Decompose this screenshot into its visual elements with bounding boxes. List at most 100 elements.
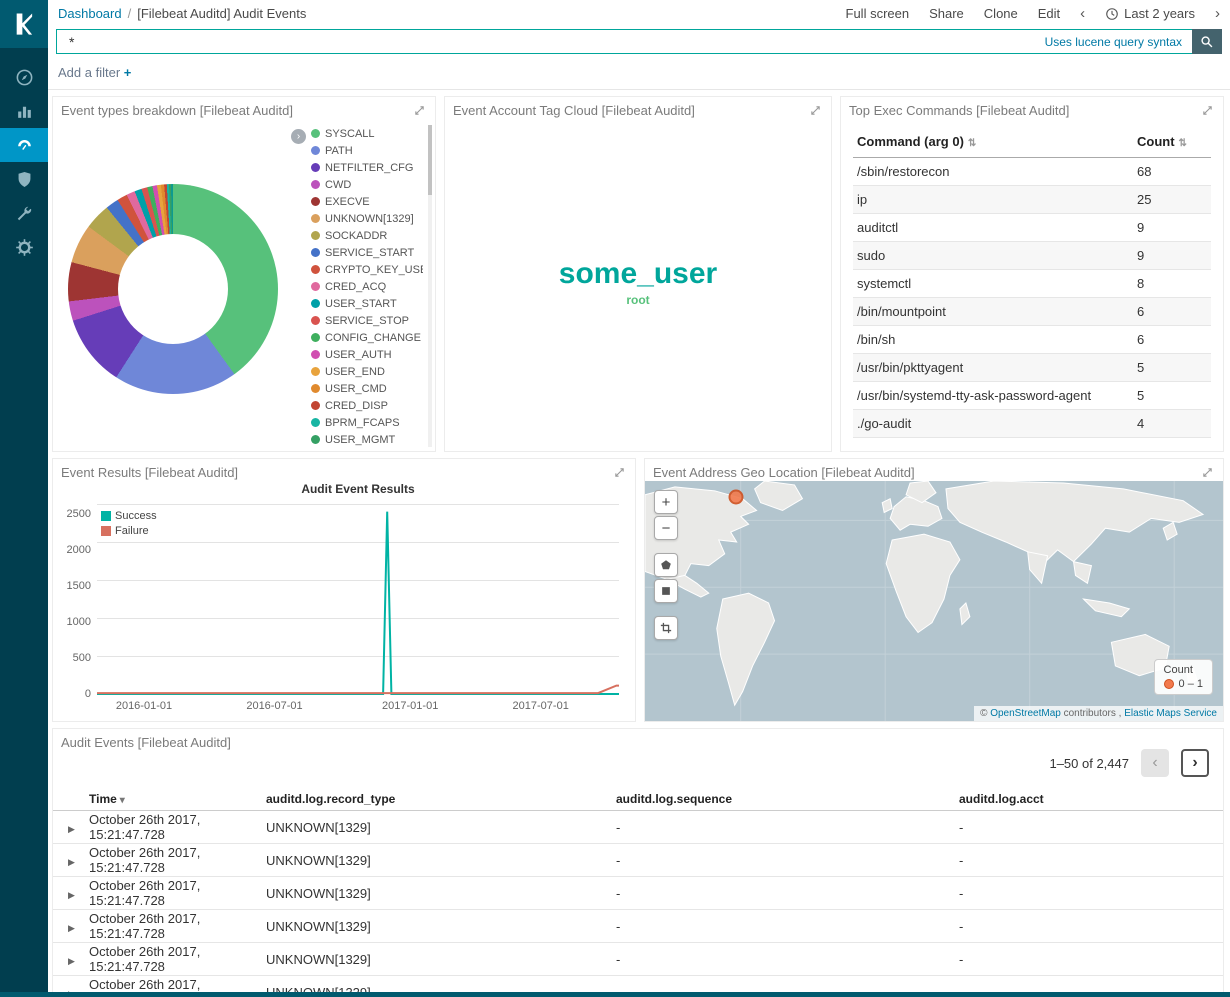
osm-link[interactable]: OpenStreetMap xyxy=(990,708,1061,719)
audit-event-row[interactable]: ▶ October 26th 2017, 15:21:47.728 UNKNOW… xyxy=(53,811,1223,844)
breadcrumb-dashboard-link[interactable]: Dashboard xyxy=(58,6,122,21)
expand-panel-icon[interactable] xyxy=(1200,465,1215,480)
legend-item[interactable]: CRED_DISP xyxy=(311,397,423,414)
legend-item[interactable]: CRED_ACQ xyxy=(311,278,423,295)
geo-map[interactable]: + − C xyxy=(645,481,1223,721)
legend-item[interactable]: UNKNOWN[1329] xyxy=(311,210,423,227)
legend-color-dot xyxy=(311,163,320,172)
expand-row-caret[interactable]: ▶ xyxy=(68,956,75,966)
exec-command-row[interactable]: systemctl 8 xyxy=(853,270,1211,298)
fullscreen-button[interactable]: Full screen xyxy=(846,6,910,21)
tag-cloud: some_userroot xyxy=(453,121,823,443)
expand-row-caret[interactable]: ▶ xyxy=(68,857,75,867)
exec-command-row[interactable]: /usr/bin/systemd-tty-ask-password-agent … xyxy=(853,382,1211,410)
bottom-bar xyxy=(0,992,1230,997)
expand-panel-icon[interactable] xyxy=(1200,103,1215,118)
legend-color-dot xyxy=(311,401,320,410)
legend-item[interactable]: CWD xyxy=(311,176,423,193)
draw-polygon-button[interactable] xyxy=(654,553,678,577)
time-back-button[interactable]: ‹ xyxy=(1080,6,1085,21)
legend-item[interactable]: PATH xyxy=(311,142,423,159)
draw-rectangle-button[interactable] xyxy=(654,579,678,603)
exec-command-row[interactable]: ./go-audit 4 xyxy=(853,410,1211,438)
legend-label: SERVICE_START xyxy=(325,247,414,259)
exec-command-row[interactable]: ip 25 xyxy=(853,186,1211,214)
legend-toggle-button[interactable]: › xyxy=(291,129,306,144)
column-header-count[interactable]: Count⇅ xyxy=(1133,126,1211,158)
search-button[interactable] xyxy=(1192,29,1222,54)
column-header-sequence[interactable]: auditd.log.sequence xyxy=(616,792,959,806)
tag-cloud-word[interactable]: some_user xyxy=(559,257,717,290)
clone-button[interactable]: Clone xyxy=(984,6,1018,21)
attribution-prefix: © xyxy=(980,708,990,719)
prev-page-button[interactable]: ‹ xyxy=(1141,749,1169,777)
exec-command-row[interactable]: auditctl 9 xyxy=(853,214,1211,242)
legend-item[interactable]: USER_END xyxy=(311,363,423,380)
expand-panel-icon[interactable] xyxy=(612,465,627,480)
search-input[interactable] xyxy=(57,34,1045,50)
time-forward-button[interactable]: › xyxy=(1215,6,1220,21)
sidebar-item-dashboard[interactable] xyxy=(0,128,48,162)
legend-item[interactable]: USER_AUTH xyxy=(311,346,423,363)
legend-item[interactable]: CRYPTO_SESSION xyxy=(311,448,423,449)
results-legend-item[interactable]: Success xyxy=(101,510,157,522)
sequence-cell: - xyxy=(616,919,959,934)
lucene-syntax-link[interactable]: Uses lucene query syntax xyxy=(1045,35,1182,49)
exec-command-row[interactable]: sudo 9 xyxy=(853,242,1211,270)
legend-scrollbar-thumb[interactable] xyxy=(428,125,432,195)
legend-scrollbar[interactable] xyxy=(428,125,432,447)
results-plot-area[interactable]: Success Failure 2016-01-012016-07-012017… xyxy=(97,504,619,694)
sidebar-item-discover[interactable] xyxy=(0,60,48,94)
event-types-donut[interactable] xyxy=(68,184,278,394)
audit-event-row[interactable]: ▶ October 26th 2017, 15:21:47.728 UNKNOW… xyxy=(53,877,1223,910)
legend-item[interactable]: SYSCALL xyxy=(311,125,423,142)
exec-command-row[interactable]: /sbin/restorecon 68 xyxy=(853,158,1211,186)
legend-item[interactable]: CRYPTO_KEY_USER xyxy=(311,261,423,278)
expand-panel-icon[interactable] xyxy=(412,103,427,118)
legend-item[interactable]: BPRM_FCAPS xyxy=(311,414,423,431)
results-legend-item[interactable]: Failure xyxy=(101,525,157,537)
edit-button[interactable]: Edit xyxy=(1038,6,1060,21)
expand-row-caret[interactable]: ▶ xyxy=(68,824,75,834)
legend-item[interactable]: USER_START xyxy=(311,295,423,312)
time-cell: October 26th 2017, 15:21:47.728 xyxy=(89,911,266,941)
count-cell: 25 xyxy=(1133,186,1211,214)
legend-item[interactable]: SOCKADDR xyxy=(311,227,423,244)
column-header-acct[interactable]: auditd.log.acct xyxy=(959,792,1223,806)
exec-command-row[interactable]: /bin/mountpoint 6 xyxy=(853,298,1211,326)
exec-command-row[interactable]: /usr/bin/pkttyagent 5 xyxy=(853,354,1211,382)
sidebar-item-dev-tools[interactable] xyxy=(0,196,48,230)
legend-item[interactable]: USER_CMD xyxy=(311,380,423,397)
time-picker[interactable]: Last 2 years xyxy=(1105,6,1195,21)
legend-item[interactable]: USER_MGMT xyxy=(311,431,423,448)
ems-link[interactable]: Elastic Maps Service xyxy=(1124,708,1217,719)
kibana-logo[interactable] xyxy=(0,0,48,48)
add-filter-button[interactable]: Add a filter + xyxy=(58,65,131,80)
tag-cloud-word[interactable]: root xyxy=(626,294,649,307)
share-button[interactable]: Share xyxy=(929,6,964,21)
sidebar-item-management[interactable] xyxy=(0,230,48,264)
next-page-button[interactable]: › xyxy=(1181,749,1209,777)
geo-point-marker[interactable] xyxy=(728,489,743,504)
column-header-time[interactable]: Time▾ xyxy=(89,792,266,806)
zoom-out-button[interactable]: − xyxy=(654,516,678,540)
audit-event-row[interactable]: ▶ October 26th 2017, 15:21:47.728 UNKNOW… xyxy=(53,910,1223,943)
audit-event-row[interactable]: ▶ October 26th 2017, 15:21:47.728 UNKNOW… xyxy=(53,844,1223,877)
expand-panel-icon[interactable] xyxy=(808,103,823,118)
audit-event-row[interactable]: ▶ October 26th 2017, 15:21:47.728 UNKNOW… xyxy=(53,943,1223,976)
legend-color-dot xyxy=(311,231,320,240)
column-header-command[interactable]: Command (arg 0)⇅ xyxy=(853,126,1133,158)
sidebar-item-visualize[interactable] xyxy=(0,94,48,128)
legend-item[interactable]: SERVICE_START xyxy=(311,244,423,261)
column-header-record-type[interactable]: auditd.log.record_type xyxy=(266,792,616,806)
legend-item[interactable]: CONFIG_CHANGE xyxy=(311,329,423,346)
expand-row-caret[interactable]: ▶ xyxy=(68,890,75,900)
legend-item[interactable]: NETFILTER_CFG xyxy=(311,159,423,176)
exec-command-row[interactable]: /bin/sh 6 xyxy=(853,326,1211,354)
crop-button[interactable] xyxy=(654,616,678,640)
legend-item[interactable]: EXECVE xyxy=(311,193,423,210)
legend-item[interactable]: SERVICE_STOP xyxy=(311,312,423,329)
sidebar-item-timelion[interactable] xyxy=(0,162,48,196)
zoom-in-button[interactable]: + xyxy=(654,490,678,514)
expand-row-caret[interactable]: ▶ xyxy=(68,923,75,933)
